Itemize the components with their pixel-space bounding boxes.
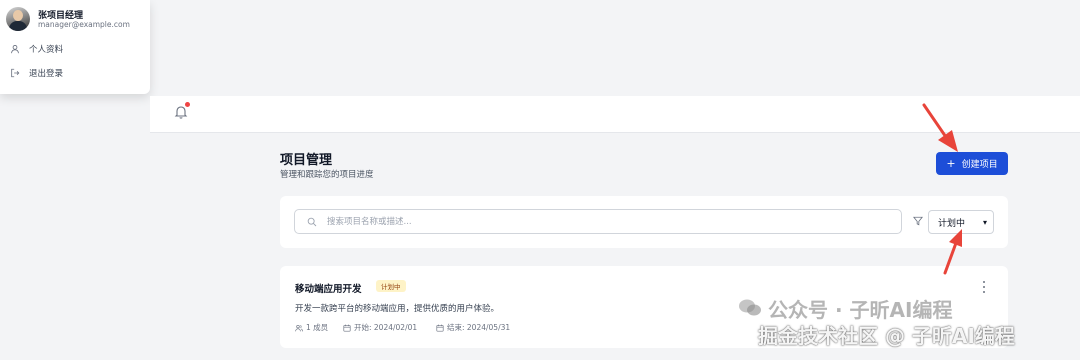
avatar[interactable]: [6, 7, 30, 31]
page-title: 项目管理: [280, 153, 333, 168]
status-filter-select[interactable]: 计划中 ▾: [928, 210, 994, 234]
menu-item-logout[interactable]: 退出登录: [10, 65, 63, 81]
search-input[interactable]: [325, 215, 889, 228]
search-icon: [307, 217, 317, 226]
wechat-icon: [739, 299, 761, 316]
plus-icon: +: [946, 157, 956, 170]
calendar-icon: [343, 324, 351, 332]
more-options-icon[interactable]: [980, 281, 988, 293]
filter-icon: [913, 216, 923, 226]
top-header: [150, 96, 1080, 133]
watermark-juejin: 掘金技术社区 @ 子昕AI编程: [758, 324, 1015, 348]
menu-item-profile[interactable]: 个人资料: [10, 41, 63, 57]
project-description: 开发一款跨平台的移动端应用，提供优质的用户体验。: [295, 304, 500, 314]
search-field[interactable]: [294, 209, 902, 234]
project-name[interactable]: 移动端应用开发: [295, 281, 362, 295]
menu-item-label: 个人资料: [29, 45, 64, 55]
status-filter-value: 计划中: [938, 218, 966, 229]
project-members: 1 成员: [295, 322, 328, 333]
page-subtitle: 管理和跟踪您的项目进度: [280, 170, 374, 180]
create-project-button[interactable]: + 创建项目: [936, 152, 1008, 175]
watermark-official-account: 公众号 · 子昕AI编程: [768, 298, 953, 322]
project-end-date: 结束: 2024/05/31: [436, 322, 510, 333]
create-project-label: 创建项目: [961, 160, 998, 170]
chevron-down-icon: ▾: [982, 217, 987, 227]
user-email: manager@example.com: [38, 20, 130, 29]
calendar-icon: [436, 324, 444, 332]
project-start-date: 开始: 2024/02/01: [343, 322, 417, 333]
users-icon: [295, 324, 303, 331]
menu-item-label: 退出登录: [29, 69, 64, 79]
user-icon: [11, 45, 19, 54]
status-badge: 计划中: [376, 280, 406, 292]
logout-icon: [11, 68, 20, 78]
notification-dot: [185, 102, 190, 107]
